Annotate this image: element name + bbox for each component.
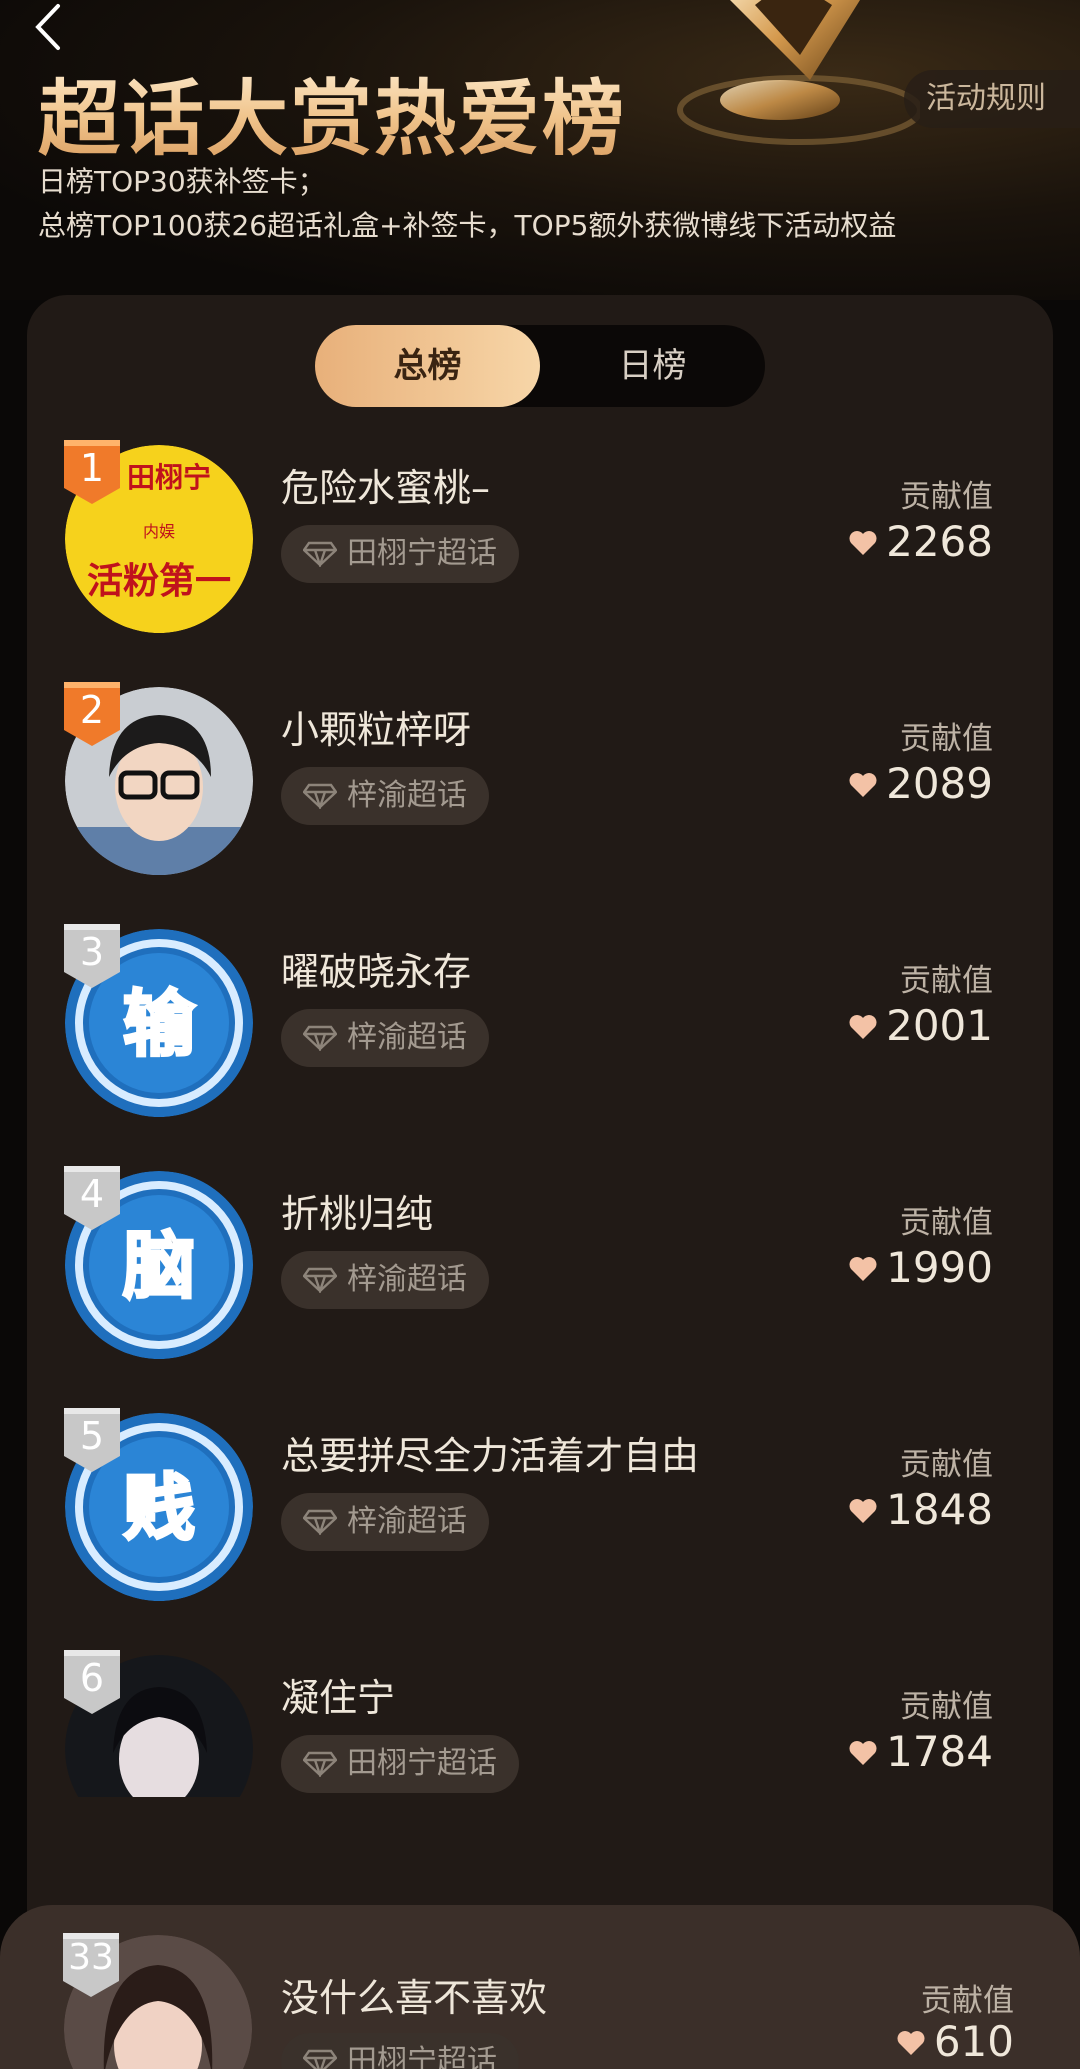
- user-name[interactable]: 曜破晓永存: [281, 941, 471, 996]
- back-arrow-icon[interactable]: [30, 2, 66, 52]
- super-topic-tag[interactable]: 梓渝超话: [281, 1009, 489, 1067]
- user-name[interactable]: 总要拼尽全力活着才自由: [281, 1425, 699, 1480]
- diamond-icon: [303, 1509, 337, 1535]
- super-topic-label: 梓渝超话: [347, 1020, 467, 1055]
- rank-number: 33: [68, 1937, 114, 1978]
- my-rank-bar[interactable]: 33 没什么喜不喜欢 田栩宁超话 贡献值 610: [0, 1905, 1080, 2069]
- heart-icon: [897, 2031, 925, 2055]
- user-name[interactable]: 凝住宁: [281, 1667, 395, 1722]
- user-name[interactable]: 危险水蜜桃–: [281, 457, 490, 512]
- tab-daily-ranking[interactable]: 日榜: [540, 325, 765, 407]
- user-name[interactable]: 没什么喜不喜欢: [281, 1967, 547, 2022]
- heart-icon: [849, 531, 877, 555]
- ranking-row[interactable]: 田栩宁 内娱 活粉第一 1 危险水蜜桃– 田栩宁超话 贡献值 2268: [27, 415, 1053, 657]
- header-banner: 超话大赏热爱榜 活动规则 日榜TOP30获补签卡； 总榜TOP100获26超话礼…: [0, 0, 1080, 300]
- contribution-label: 贡献值: [900, 721, 993, 757]
- diamond-icon: [303, 541, 337, 567]
- diamond-icon: [303, 1025, 337, 1051]
- contribution-label: 贡献值: [921, 1983, 1014, 2019]
- contribution-score: 610: [896, 2017, 1014, 2066]
- heart-icon: [849, 773, 877, 797]
- contribution-score: 1784: [848, 1727, 993, 1776]
- reward-description-line1: 日榜TOP30获补签卡；: [38, 165, 326, 198]
- heart-icon: [849, 1015, 877, 1039]
- contribution-value: 2268: [886, 517, 993, 566]
- avatar-text: 活粉第一: [87, 561, 231, 602]
- diamond-icon: [303, 783, 337, 809]
- heart-icon: [849, 1741, 877, 1765]
- user-name[interactable]: 折桃归纯: [281, 1183, 433, 1238]
- contribution-value: 1848: [886, 1485, 993, 1534]
- contribution-label: 贡献值: [900, 1205, 993, 1241]
- avatar-text: 田栩宁: [127, 461, 211, 494]
- avatar-text: 输: [123, 982, 196, 1066]
- contribution-value: 1784: [886, 1727, 993, 1776]
- rank-number: 3: [79, 930, 105, 974]
- contribution-label: 贡献值: [900, 479, 993, 515]
- rank-number: 4: [79, 1172, 105, 1216]
- contribution-label: 贡献值: [900, 963, 993, 999]
- diamond-icon: [303, 2049, 337, 2069]
- user-name[interactable]: 小颗粒梓呀: [281, 699, 471, 754]
- rank-number: 2: [79, 688, 105, 732]
- contribution-value: 1990: [886, 1243, 993, 1292]
- ranking-row[interactable]: 脑 4 折桃归纯 梓渝超话 贡献值 1990: [27, 1141, 1053, 1383]
- heart-icon: [849, 1257, 877, 1281]
- ranking-row[interactable]: 贱 5 总要拼尽全力活着才自由 梓渝超话 贡献值 1848: [27, 1383, 1053, 1625]
- ranking-tabs: 总榜 日榜: [315, 325, 765, 407]
- rules-button[interactable]: 活动规则: [904, 70, 1080, 128]
- ranking-card: 总榜 日榜 田栩宁 内娱 活粉第一 1 危险水蜜桃– 田栩宁超话 贡献值 226…: [27, 295, 1053, 2015]
- super-topic-tag[interactable]: 田栩宁超话: [281, 1735, 519, 1793]
- contribution-score: 1990: [848, 1243, 993, 1292]
- super-topic-tag[interactable]: 田栩宁超话: [281, 525, 519, 583]
- super-topic-tag[interactable]: 田栩宁超话: [281, 2033, 519, 2069]
- avatar-text: 脑: [123, 1224, 195, 1308]
- heart-icon: [849, 1499, 877, 1523]
- contribution-label: 贡献值: [900, 1689, 993, 1725]
- contribution-score: 1848: [848, 1485, 993, 1534]
- super-topic-label: 田栩宁超话: [347, 1746, 497, 1781]
- ranking-row[interactable]: 输 3 曜破晓永存 梓渝超话 贡献值 2001: [27, 899, 1053, 1141]
- contribution-value: 2001: [886, 1001, 993, 1050]
- super-topic-tag[interactable]: 梓渝超话: [281, 1251, 489, 1309]
- contribution-label: 贡献值: [900, 1447, 993, 1483]
- trophy-emblem-icon: [677, 0, 920, 145]
- contribution-value: 2089: [886, 759, 993, 808]
- ranking-row[interactable]: 2 小颗粒梓呀 梓渝超话 贡献值 2089: [27, 657, 1053, 899]
- contribution-score: 2268: [848, 517, 993, 566]
- rank-number: 6: [79, 1656, 105, 1700]
- avatar-text: 贱: [123, 1466, 195, 1550]
- super-topic-label: 梓渝超话: [347, 1262, 467, 1297]
- super-topic-label: 梓渝超话: [347, 1504, 467, 1539]
- contribution-score: 2089: [848, 759, 993, 808]
- contribution-score: 2001: [848, 1001, 993, 1050]
- diamond-icon: [303, 1751, 337, 1777]
- diamond-icon: [303, 1267, 337, 1293]
- contribution-value: 610: [933, 2017, 1014, 2066]
- super-topic-tag[interactable]: 梓渝超话: [281, 1493, 489, 1551]
- rank-number: 1: [79, 446, 105, 490]
- super-topic-tag[interactable]: 梓渝超话: [281, 767, 489, 825]
- page-title: 超话大赏热爱榜: [38, 52, 626, 171]
- super-topic-label: 田栩宁超话: [347, 536, 497, 571]
- avatar-text: 内娱: [143, 522, 175, 541]
- ranking-row[interactable]: 6 凝住宁 田栩宁超话 贡献值 1784: [27, 1625, 1053, 1797]
- tab-total-ranking[interactable]: 总榜: [315, 325, 540, 407]
- super-topic-label: 梓渝超话: [347, 778, 467, 813]
- super-topic-label: 田栩宁超话: [347, 2044, 497, 2069]
- rank-number: 5: [79, 1414, 105, 1458]
- reward-description-line2: 总榜TOP100获26超话礼盒+补签卡，TOP5额外获微博线下活动权益: [38, 209, 897, 242]
